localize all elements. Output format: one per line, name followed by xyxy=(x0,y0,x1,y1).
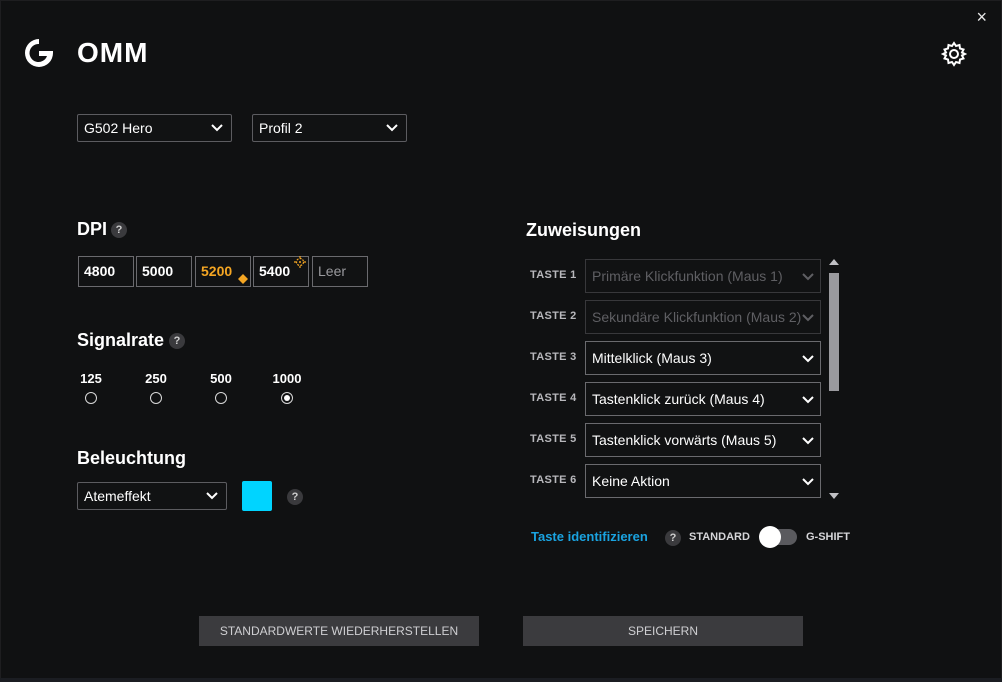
assignment-action: Primäre Klickfunktion (Maus 1) xyxy=(592,268,783,284)
assignment-action: Tastenklick zurück (Maus 4) xyxy=(592,391,765,407)
identify-key-link[interactable]: Taste identifizieren xyxy=(531,529,648,544)
profile-select[interactable]: Profil 2 xyxy=(252,114,407,142)
chevron-down-icon xyxy=(802,437,814,445)
default-dpi-diamond-icon xyxy=(238,274,248,284)
chevron-down-icon xyxy=(802,396,814,404)
app-window: × OMM G502 Hero Profil 2 DPI ? 4800 5000… xyxy=(0,0,1002,682)
mode-standard-label: STANDARD xyxy=(689,531,750,543)
signal-rate-title: Signalrate xyxy=(77,330,165,350)
chevron-down-icon xyxy=(206,492,218,500)
rate-option-125[interactable]: 125 xyxy=(71,371,111,404)
assignment-select-4[interactable]: Tastenklick zurück (Maus 4) xyxy=(585,382,821,416)
dpi-value-3-text: 5200 xyxy=(201,263,233,279)
assignments-scrollbar-thumb[interactable] xyxy=(829,273,839,391)
lighting-help-icon[interactable]: ? xyxy=(287,489,303,505)
rate-label: 250 xyxy=(145,371,167,386)
chevron-down-icon xyxy=(802,478,814,486)
assignment-select-2: Sekundäre Klickfunktion (Maus 2) xyxy=(585,300,821,334)
key-label-3: TASTE 3 xyxy=(530,351,577,363)
lighting-effect-select[interactable]: Atemeffekt xyxy=(77,482,227,510)
identify-help-icon[interactable]: ? xyxy=(665,530,681,546)
lighting-effect-value: Atemeffekt xyxy=(84,488,151,504)
rate-option-250[interactable]: 250 xyxy=(136,371,176,404)
mode-gshift-label: G-SHIFT xyxy=(806,531,850,543)
rate-label: 1000 xyxy=(272,371,302,386)
chevron-down-icon xyxy=(802,273,814,281)
device-select[interactable]: G502 Hero xyxy=(77,114,232,142)
key-label-2: TASTE 2 xyxy=(530,310,577,322)
chevron-down-icon xyxy=(802,355,814,363)
taskbar-strip xyxy=(0,678,1002,682)
dpi-shift-crosshair-icon xyxy=(294,256,306,268)
rate-option-1000[interactable]: 1000 xyxy=(267,371,307,404)
assignment-action: Keine Aktion xyxy=(592,473,670,489)
scroll-up-arrow-icon[interactable] xyxy=(829,259,839,265)
chevron-down-icon xyxy=(802,314,814,322)
assignment-select-3[interactable]: Mittelklick (Maus 3) xyxy=(585,341,821,375)
assignment-select-6[interactable]: Keine Aktion xyxy=(585,464,821,498)
assignment-select-1: Primäre Klickfunktion (Maus 1) xyxy=(585,259,821,293)
lighting-color-swatch[interactable] xyxy=(242,481,272,511)
toggle-knob xyxy=(759,526,781,548)
key-label-1: TASTE 1 xyxy=(530,269,577,281)
chevron-down-icon xyxy=(386,124,398,132)
lighting-title: Beleuchtung xyxy=(77,448,187,468)
assignment-action: Tastenklick vorwärts (Maus 5) xyxy=(592,432,777,448)
key-label-5: TASTE 5 xyxy=(530,433,577,445)
dpi-value-4-text: 5400 xyxy=(259,263,291,279)
close-icon[interactable]: × xyxy=(976,7,987,27)
assignment-select-5[interactable]: Tastenklick vorwärts (Maus 5) xyxy=(585,423,821,457)
dpi-value-4[interactable]: 5400 xyxy=(253,256,309,287)
profile-select-value: Profil 2 xyxy=(259,120,303,136)
assignments-title: Zuweisungen xyxy=(526,220,642,240)
key-label-4: TASTE 4 xyxy=(530,392,577,404)
save-button[interactable]: SPEICHERN xyxy=(523,616,803,646)
gshift-toggle[interactable] xyxy=(759,526,797,548)
signal-rate-help-icon[interactable]: ? xyxy=(169,333,185,349)
gear-icon[interactable] xyxy=(941,41,967,67)
rate-radio[interactable] xyxy=(150,392,162,404)
key-label-6: TASTE 6 xyxy=(530,474,577,486)
rate-radio-selected[interactable] xyxy=(281,392,293,404)
dpi-value-1[interactable]: 4800 xyxy=(78,256,134,287)
rate-option-500[interactable]: 500 xyxy=(201,371,241,404)
assignment-action: Sekundäre Klickfunktion (Maus 2) xyxy=(592,309,802,325)
rate-label: 125 xyxy=(80,371,102,386)
dpi-value-empty[interactable]: Leer xyxy=(312,256,368,287)
rate-label: 500 xyxy=(210,371,232,386)
scroll-down-arrow-icon[interactable] xyxy=(829,493,839,499)
rate-radio[interactable] xyxy=(215,392,227,404)
dpi-value-2[interactable]: 5000 xyxy=(136,256,192,287)
rate-radio[interactable] xyxy=(85,392,97,404)
restore-defaults-button[interactable]: STANDARDWERTE WIEDERHERSTELLEN xyxy=(199,616,479,646)
logitech-g-logo xyxy=(25,39,53,67)
dpi-value-3-active[interactable]: 5200 xyxy=(195,256,251,287)
device-select-value: G502 Hero xyxy=(84,120,153,136)
app-title: OMM xyxy=(77,37,149,68)
assignment-action: Mittelklick (Maus 3) xyxy=(592,350,712,366)
dpi-title: DPI xyxy=(77,219,108,239)
chevron-down-icon xyxy=(211,124,223,132)
dpi-help-icon[interactable]: ? xyxy=(111,222,127,238)
